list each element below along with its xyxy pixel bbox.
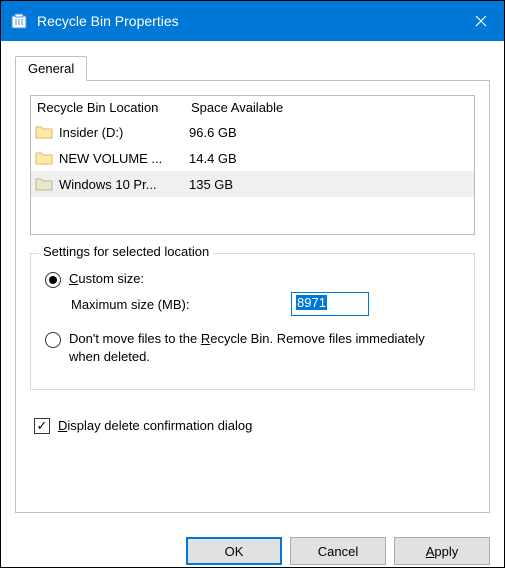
confirm-row: Display delete confirmation dialog xyxy=(34,418,475,434)
ok-button[interactable]: OK xyxy=(186,537,282,565)
header-location[interactable]: Recycle Bin Location xyxy=(37,100,191,115)
folder-icon xyxy=(35,175,53,193)
titlebar[interactable]: Recycle Bin Properties xyxy=(1,1,504,41)
checkbox-display-confirmation[interactable] xyxy=(34,418,50,434)
folder-icon xyxy=(35,123,53,141)
settings-fieldset: Settings for selected location Custom si… xyxy=(30,253,475,390)
tab-general[interactable]: General xyxy=(15,56,87,81)
row-space: 135 GB xyxy=(189,177,233,192)
maxsize-row: Maximum size (MB): 8971 xyxy=(71,292,464,316)
radio-custom-size[interactable] xyxy=(45,272,61,288)
settings-legend: Settings for selected location xyxy=(39,244,213,259)
list-row[interactable]: Windows 10 Pr... 135 GB xyxy=(31,171,474,197)
list-header: Recycle Bin Location Space Available xyxy=(31,96,474,119)
row-space: 14.4 GB xyxy=(189,151,237,166)
row-space: 96.6 GB xyxy=(189,125,237,140)
row-name: Insider (D:) xyxy=(59,125,189,140)
radio-dont-move-label[interactable]: Don't move files to the Recycle Bin. Rem… xyxy=(69,330,464,366)
tabstrip: General xyxy=(15,53,490,81)
radio-dont-move-row: Don't move files to the Recycle Bin. Rem… xyxy=(41,330,464,366)
cancel-button[interactable]: Cancel xyxy=(290,537,386,565)
row-name: NEW VOLUME ... xyxy=(59,151,189,166)
maxsize-input[interactable]: 8971 xyxy=(291,292,369,316)
location-list[interactable]: Recycle Bin Location Space Available Ins… xyxy=(30,95,475,235)
radio-custom-size-row: Custom size: xyxy=(41,270,464,288)
client-area: General Recycle Bin Location Space Avail… xyxy=(1,41,504,525)
recycle-bin-icon xyxy=(9,11,29,31)
button-row: OK Cancel Apply xyxy=(1,525,504,565)
apply-button[interactable]: Apply xyxy=(394,537,490,565)
folder-icon xyxy=(35,149,53,167)
row-name: Windows 10 Pr... xyxy=(59,177,189,192)
close-button[interactable] xyxy=(458,1,504,41)
tab-panel-general: Recycle Bin Location Space Available Ins… xyxy=(15,81,490,513)
header-space[interactable]: Space Available xyxy=(191,100,468,115)
window-title: Recycle Bin Properties xyxy=(37,13,458,29)
maxsize-label: Maximum size (MB): xyxy=(71,297,291,312)
radio-custom-size-label[interactable]: Custom size: xyxy=(69,270,150,288)
list-row[interactable]: NEW VOLUME ... 14.4 GB xyxy=(31,145,474,171)
radio-dont-move[interactable] xyxy=(45,332,61,348)
checkbox-display-confirmation-label[interactable]: Display delete confirmation dialog xyxy=(58,418,252,433)
list-row[interactable]: Insider (D:) 96.6 GB xyxy=(31,119,474,145)
